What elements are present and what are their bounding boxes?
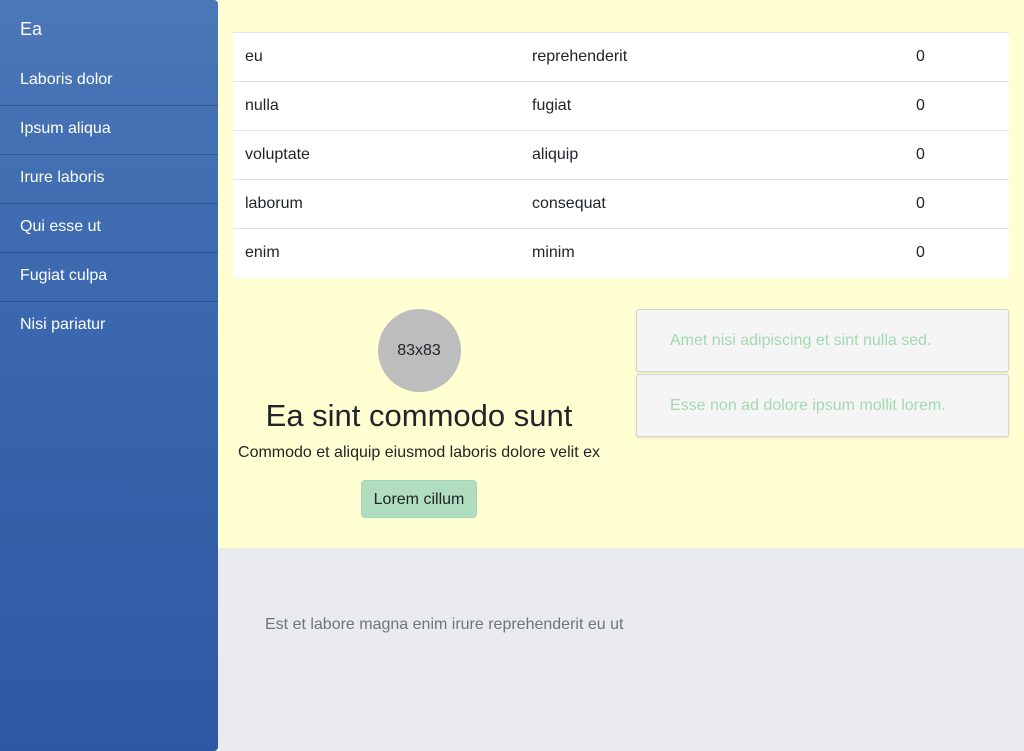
sidebar-item-laboris-dolor[interactable]: Laboris dolor xyxy=(0,57,218,106)
table-cell: voluptate xyxy=(233,130,520,180)
table-row: eu reprehenderit 0 xyxy=(233,32,1009,82)
footer-text: Est et labore magna enim irure reprehend… xyxy=(265,616,624,633)
list-group: Amet nisi adipiscing et sint nulla sed. … xyxy=(636,309,1009,439)
hero-card: 83x83 Ea sint commodo sunt Commodo et al… xyxy=(233,309,605,518)
avatar-placeholder: 83x83 xyxy=(377,309,461,392)
sidebar: Ea Laboris dolor Ipsum aliqua Irure labo… xyxy=(0,0,218,751)
table-cell: consequat xyxy=(520,179,904,229)
footer: Est et labore magna enim irure reprehend… xyxy=(218,548,1024,751)
lorem-cillum-button[interactable]: Lorem cillum xyxy=(360,480,478,518)
table-cell: 0 xyxy=(904,32,1009,82)
data-table: eu reprehenderit 0 nulla fugiat 0 volupt… xyxy=(233,32,1009,278)
table-row: enim minim 0 xyxy=(233,228,1009,278)
table-cell: 0 xyxy=(904,130,1009,180)
table-cell: nulla xyxy=(233,81,520,131)
sidebar-item-fugiat-culpa[interactable]: Fugiat culpa xyxy=(0,253,218,302)
table-cell: eu xyxy=(233,32,520,82)
sidebar-brand[interactable]: Ea xyxy=(0,0,218,57)
sidebar-item-ipsum-aliqua[interactable]: Ipsum aliqua xyxy=(0,106,218,155)
table-cell: aliquip xyxy=(520,130,904,180)
sidebar-item-irure-laboris[interactable]: Irure laboris xyxy=(0,155,218,204)
table-cell: minim xyxy=(520,228,904,278)
hero-title: Ea sint commodo sunt xyxy=(265,398,573,433)
list-item[interactable]: Amet nisi adipiscing et sint nulla sed. xyxy=(636,309,1009,372)
sidebar-item-qui-esse-ut[interactable]: Qui esse ut xyxy=(0,204,218,253)
sidebar-item-nisi-pariatur[interactable]: Nisi pariatur xyxy=(0,302,218,351)
table-row: voluptate aliquip 0 xyxy=(233,130,1009,180)
table-cell: enim xyxy=(233,228,520,278)
table-cell: laborum xyxy=(233,179,520,229)
table-row: nulla fugiat 0 xyxy=(233,81,1009,131)
hero-text: Commodo et aliquip eiusmod laboris dolor… xyxy=(238,444,600,461)
table-cell: 0 xyxy=(904,179,1009,229)
table-row: laborum consequat 0 xyxy=(233,179,1009,229)
table-cell: 0 xyxy=(904,228,1009,278)
table-cell: 0 xyxy=(904,81,1009,131)
list-item[interactable]: Esse non ad dolore ipsum mollit lorem. xyxy=(636,374,1009,437)
table-cell: fugiat xyxy=(520,81,904,131)
table-cell: reprehenderit xyxy=(520,32,904,82)
avatar-label: 83x83 xyxy=(397,341,441,359)
